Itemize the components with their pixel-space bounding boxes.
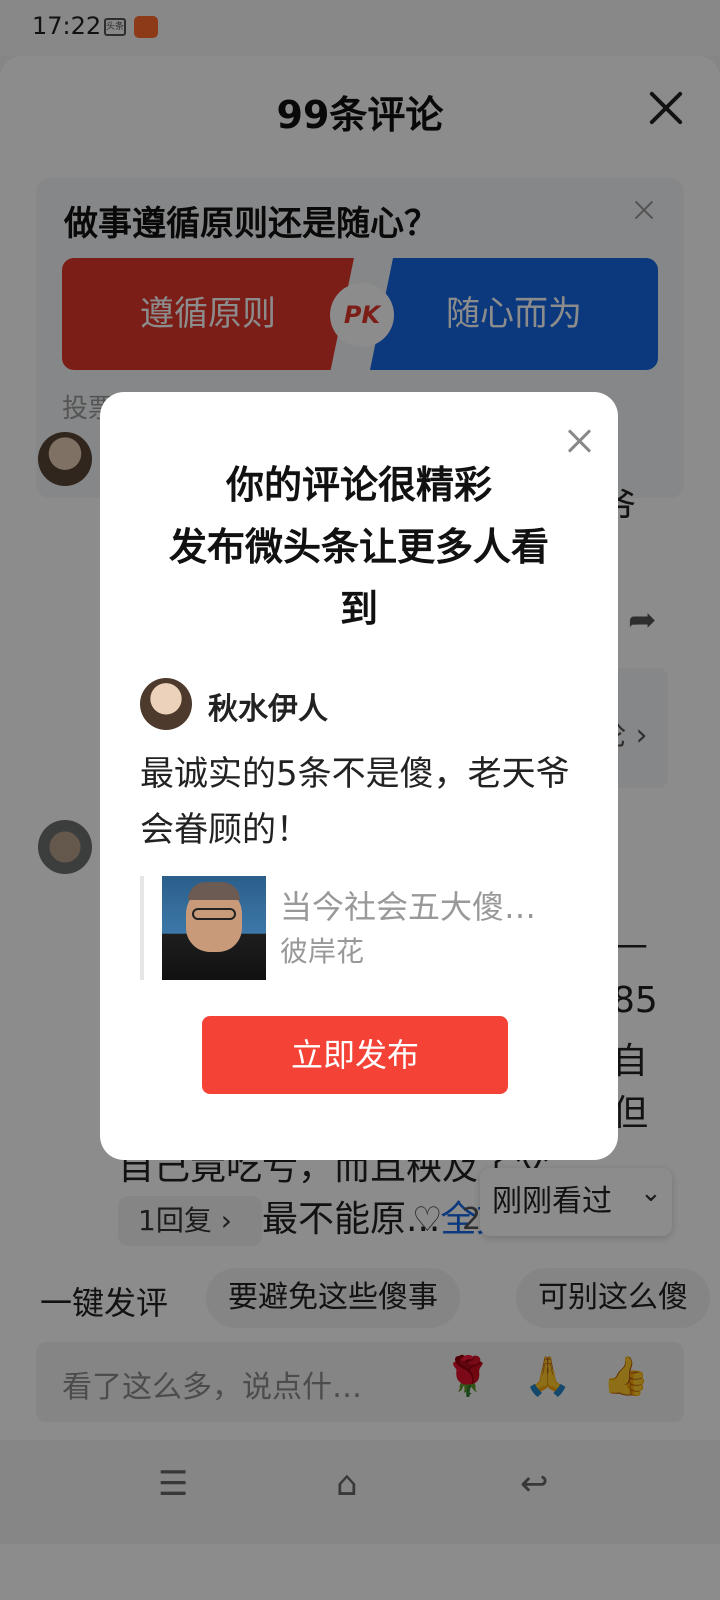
- modal-title-line: 发布微头条让更多人看: [168, 525, 549, 569]
- thumbnail-glasses: [192, 908, 236, 920]
- comment-preview: 最诚实的5条不是傻，老天爷会眷顾的！: [140, 754, 570, 850]
- modal-title: 你的评论很精彩 发布微头条让更多人看 到: [100, 454, 618, 640]
- modal-title-line: 你的评论很精彩: [225, 463, 492, 507]
- quote-divider: [140, 876, 144, 980]
- thumbnail-hair: [188, 882, 240, 900]
- quoted-article-title: 当今社会五大傻…: [280, 888, 537, 926]
- avatar: [140, 678, 192, 730]
- publish-now-button[interactable]: 立即发布: [202, 1016, 508, 1094]
- article-thumbnail: [162, 876, 266, 980]
- username: 秋水伊人: [208, 692, 328, 727]
- modal-title-line: 到: [339, 587, 378, 631]
- quoted-article-author: 彼岸花: [280, 935, 365, 968]
- publish-modal: 你的评论很精彩 发布微头条让更多人看 到 秋水伊人 最诚实的5条不是傻，老天爷会…: [100, 392, 618, 1160]
- modal-close-icon[interactable]: [564, 426, 594, 456]
